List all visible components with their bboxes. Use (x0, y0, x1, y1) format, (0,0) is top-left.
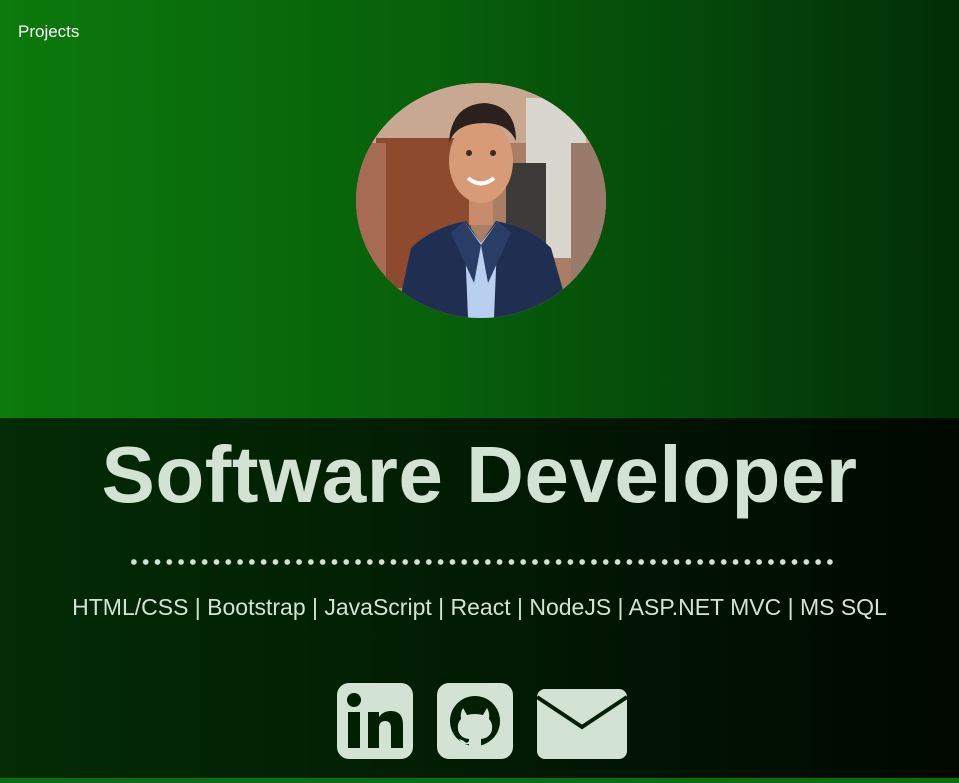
github-icon (437, 683, 513, 759)
page-title: Software Developer (101, 430, 858, 519)
nav-projects-link[interactable]: Projects (18, 22, 79, 42)
hero-banner: Projects (0, 0, 959, 418)
dotted-divider (128, 558, 836, 566)
bottom-bar (0, 778, 959, 783)
email-link[interactable] (537, 683, 627, 759)
linkedin-icon (337, 683, 413, 759)
linkedin-link[interactable] (337, 683, 413, 759)
profile-photo (356, 83, 606, 318)
page: Projects Software Developer HTML/CSS | B… (0, 0, 959, 783)
github-link[interactable] (437, 683, 513, 759)
envelope-icon (537, 689, 627, 759)
avatar (356, 83, 606, 318)
skills-list: HTML/CSS | Bootstrap | JavaScript | Reac… (72, 594, 887, 620)
